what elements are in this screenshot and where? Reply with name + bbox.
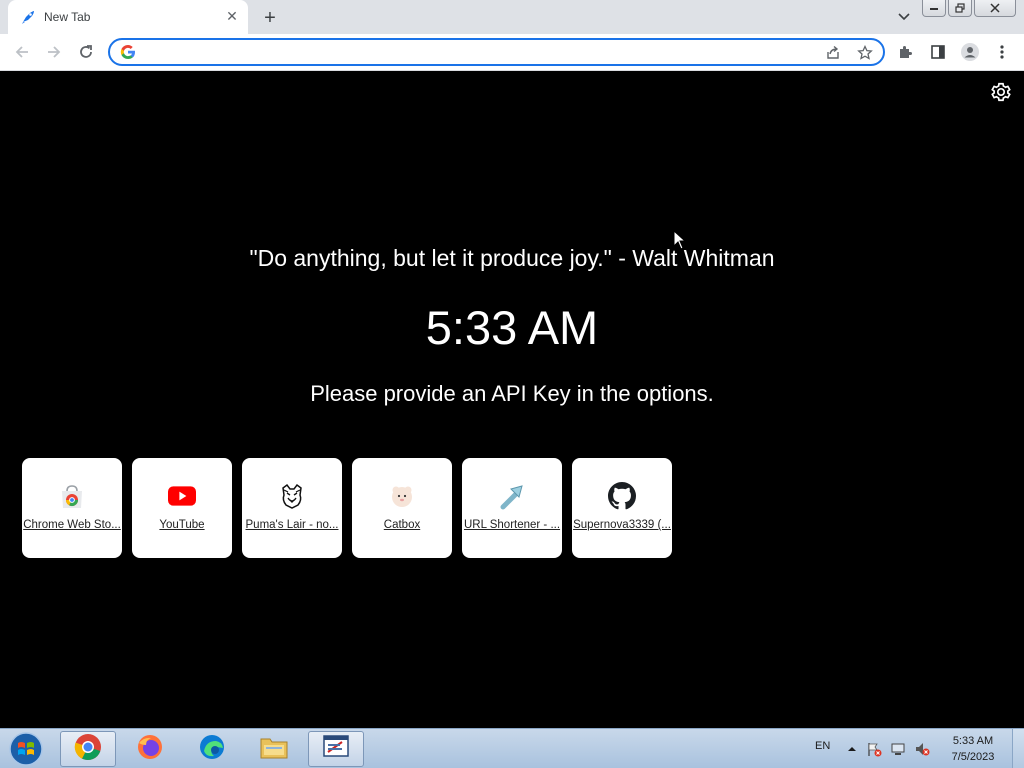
taskbar-chrome[interactable] bbox=[60, 731, 116, 767]
tab-new-tab[interactable]: New Tab ✕ bbox=[8, 0, 248, 34]
start-button[interactable] bbox=[6, 731, 46, 767]
folder-icon bbox=[259, 734, 289, 764]
shortcut-label: YouTube bbox=[159, 519, 205, 531]
volume-muted-icon[interactable] bbox=[914, 741, 930, 757]
shortcut-tile-pumas-lair[interactable]: Puma's Lair - no... bbox=[242, 458, 342, 558]
action-center-flag-icon[interactable] bbox=[866, 741, 882, 757]
share-icon[interactable] bbox=[823, 43, 843, 63]
shortcut-label: URL Shortener - ... bbox=[463, 519, 561, 531]
github-icon bbox=[608, 482, 636, 510]
edge-icon bbox=[198, 733, 226, 765]
chrome-icon bbox=[74, 733, 102, 765]
shortcut-label: Chrome Web Sto... bbox=[23, 519, 121, 531]
mouse-cursor-icon bbox=[673, 229, 687, 250]
language-indicator[interactable]: EN bbox=[815, 740, 830, 752]
close-window-button[interactable] bbox=[974, 0, 1016, 17]
minimize-button[interactable] bbox=[922, 0, 946, 17]
google-g-icon bbox=[120, 44, 136, 60]
shortcut-label: Supernova3339 (... bbox=[573, 519, 671, 531]
firefox-icon bbox=[136, 733, 164, 765]
shortcut-label: Puma's Lair - no... bbox=[245, 519, 339, 531]
rocket-icon bbox=[20, 9, 36, 25]
shortcut-tile-catbox[interactable]: Catbox bbox=[352, 458, 452, 558]
taskbar-date: 7/5/2023 bbox=[951, 751, 995, 763]
show-desktop-button[interactable] bbox=[1012, 729, 1024, 768]
address-bar[interactable] bbox=[108, 38, 885, 66]
page-clock: 5:33 AM bbox=[425, 301, 599, 354]
restore-button[interactable] bbox=[948, 0, 972, 17]
browser-window: New Tab ✕ + "Do anything, but let it pro… bbox=[0, 0, 1024, 768]
taskbar-edge[interactable] bbox=[184, 731, 240, 767]
tab-title: New Tab bbox=[44, 10, 91, 24]
extensions-icon[interactable] bbox=[894, 40, 918, 64]
close-tab-icon[interactable]: ✕ bbox=[224, 9, 240, 25]
new-tab-button[interactable]: + bbox=[258, 6, 282, 30]
puma-icon bbox=[278, 482, 306, 510]
app-window-icon bbox=[322, 734, 350, 764]
windows-taskbar: EN 5:33 AM 7/5/2023 bbox=[0, 728, 1024, 768]
shortcut-tile-url-shortener[interactable]: URL Shortener - ... bbox=[462, 458, 562, 558]
kebab-menu-icon[interactable] bbox=[990, 40, 1014, 64]
omnibox-input[interactable] bbox=[144, 42, 804, 62]
shortcut-tile-youtube[interactable]: YouTube bbox=[132, 458, 232, 558]
tab-strip: New Tab ✕ + bbox=[0, 0, 1024, 34]
new-tab-page: "Do anything, but let it produce joy." -… bbox=[0, 71, 1024, 728]
shortcut-tile-supernova3339[interactable]: Supernova3339 (... bbox=[572, 458, 672, 558]
taskbar-clock[interactable]: 5:33 AM 7/5/2023 bbox=[944, 733, 1002, 765]
shortcut-tile-chrome-web-store[interactable]: Chrome Web Sto... bbox=[22, 458, 122, 558]
youtube-icon bbox=[168, 482, 196, 510]
shortcut-tiles: Chrome Web Sto... YouTube Puma's Lair - … bbox=[22, 458, 672, 558]
browser-toolbar bbox=[0, 34, 1024, 71]
taskbar-time: 5:33 AM bbox=[952, 735, 994, 747]
bookmark-star-icon[interactable] bbox=[855, 43, 875, 63]
catbox-icon bbox=[388, 482, 416, 510]
quote-text: "Do anything, but let it produce joy." -… bbox=[249, 245, 775, 271]
forward-arrow-icon[interactable] bbox=[42, 40, 66, 64]
window-controls bbox=[922, 0, 1016, 18]
reload-icon[interactable] bbox=[74, 40, 98, 64]
url-shortener-icon bbox=[498, 482, 526, 510]
taskbar-firefox[interactable] bbox=[122, 731, 178, 767]
profile-avatar-icon[interactable] bbox=[958, 40, 982, 64]
side-panel-icon[interactable] bbox=[926, 40, 950, 64]
chevron-down-icon[interactable] bbox=[894, 8, 914, 26]
chrome-web-store-icon bbox=[58, 482, 86, 510]
shortcut-label: Catbox bbox=[383, 519, 421, 531]
gear-icon[interactable] bbox=[990, 81, 1012, 103]
back-arrow-icon[interactable] bbox=[10, 40, 34, 64]
taskbar-app-window[interactable] bbox=[308, 731, 364, 767]
taskbar-file-explorer[interactable] bbox=[246, 731, 302, 767]
tray-expand-icon[interactable] bbox=[844, 741, 860, 757]
network-icon[interactable] bbox=[890, 741, 906, 757]
api-key-message: Please provide an API Key in the options… bbox=[310, 381, 714, 406]
